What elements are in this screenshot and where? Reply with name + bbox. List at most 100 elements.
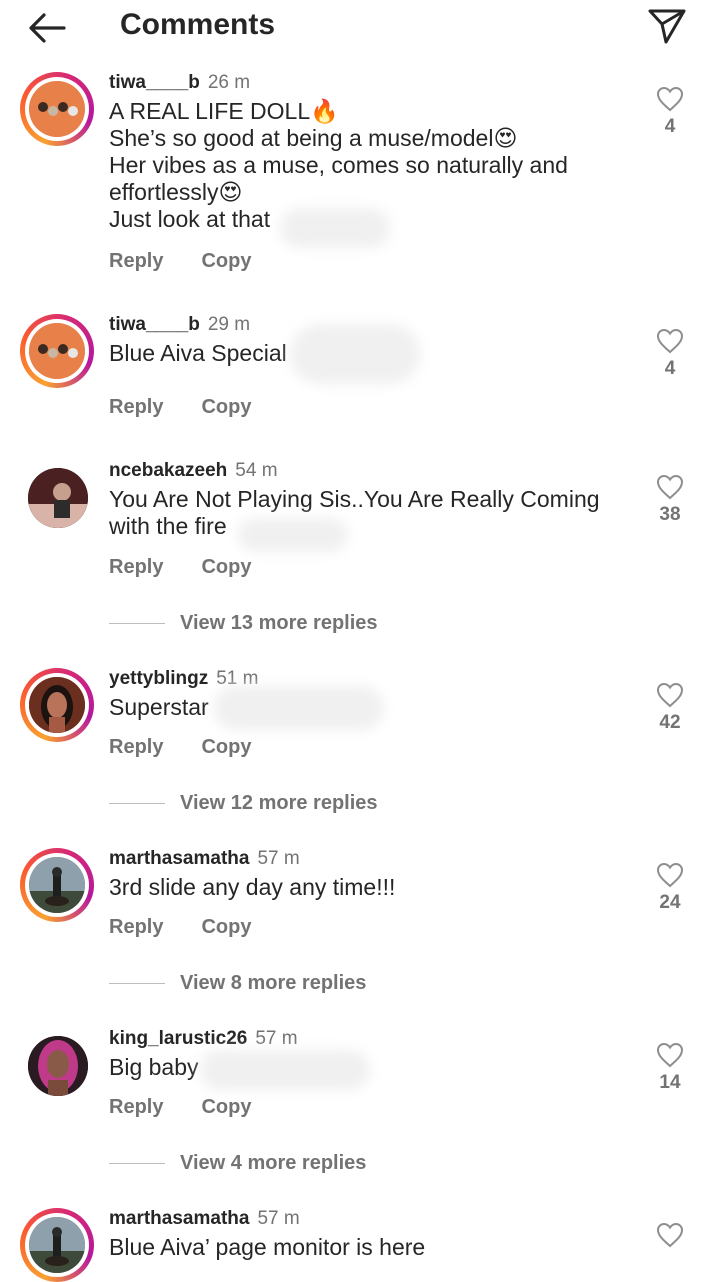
view-more-label: View 8 more replies [180, 972, 367, 994]
heart-icon[interactable] [656, 86, 684, 112]
reply-button[interactable]: Reply [109, 396, 163, 419]
comment-actions: Reply Copy [109, 916, 289, 939]
heart-icon[interactable] [656, 1222, 684, 1248]
comment-meta: marthasamatha 57 m [109, 848, 300, 870]
comment-line: You Are Not Playing Sis..You Are Really … [109, 486, 600, 512]
like-count: 24 [659, 892, 681, 913]
avatar[interactable] [20, 1028, 94, 1102]
comment-line: effortlessly😍 [109, 179, 243, 205]
avatar[interactable] [20, 848, 94, 922]
comment-text: You Are Not Playing Sis..You Are Really … [109, 486, 619, 540]
like-count: 42 [659, 712, 681, 733]
comment-text: Blue Aiva’ page monitor is here [109, 1234, 619, 1261]
comment-line: with the fire [109, 513, 227, 539]
header-bar: Comments [0, 0, 720, 56]
like-control: 4 [650, 328, 690, 380]
comment-actions: Reply Copy [109, 556, 289, 579]
username[interactable]: king_larustic26 [109, 1028, 247, 1049]
like-count: 38 [659, 504, 681, 525]
like-control: 14 [650, 1042, 690, 1094]
view-more-replies[interactable]: View 8 more replies [109, 972, 366, 995]
view-more-replies[interactable]: View 12 more replies [109, 792, 378, 815]
heart-icon[interactable] [656, 1042, 684, 1068]
comment-meta: king_larustic26 57 m [109, 1028, 298, 1050]
comment-actions: Reply Copy [109, 736, 289, 759]
comment-line: 3rd slide any day any time!!! [109, 874, 396, 900]
comment-actions: Reply Copy [109, 250, 289, 273]
reply-button[interactable]: Reply [109, 250, 163, 273]
username[interactable]: yettyblingz [109, 668, 208, 689]
comment-actions: Reply Copy [109, 1096, 289, 1119]
comment-actions: Reply Copy [109, 396, 289, 419]
copy-button[interactable]: Copy [201, 396, 251, 419]
divider-line [109, 983, 165, 985]
like-count: 4 [664, 116, 676, 137]
page-title: Comments [120, 8, 276, 41]
redaction-blur [290, 324, 420, 384]
like-count: 14 [659, 1072, 681, 1093]
view-more-label: View 13 more replies [180, 612, 378, 634]
comment-line: She’s so good at being a muse/model😍 [109, 125, 518, 151]
timestamp: 29 m [207, 314, 251, 335]
comment-meta: marthasamatha 57 m [109, 1208, 300, 1230]
profile-photo-icon [28, 1036, 88, 1096]
profile-photo-icon [29, 677, 85, 733]
avatar[interactable] [20, 314, 94, 388]
divider-line [109, 623, 165, 625]
divider-line [109, 1163, 165, 1165]
like-control: 4 [650, 86, 690, 138]
redaction-blur [214, 686, 384, 730]
group-photo-icon [29, 81, 85, 137]
profile-photo-icon [29, 1217, 85, 1273]
reply-button[interactable]: Reply [109, 556, 163, 579]
avatar[interactable] [20, 668, 94, 742]
avatar[interactable] [20, 1208, 94, 1282]
reply-button[interactable]: Reply [109, 736, 163, 759]
view-more-label: View 4 more replies [180, 1152, 367, 1174]
view-more-replies[interactable]: View 13 more replies [109, 612, 378, 635]
username[interactable]: ncebakazeeh [109, 460, 227, 481]
profile-photo-icon [29, 857, 85, 913]
copy-button[interactable]: Copy [201, 556, 251, 579]
comment-line: Her vibes as a muse, comes so naturally … [109, 152, 568, 178]
username[interactable]: marthasamatha [109, 1208, 249, 1229]
reply-button[interactable]: Reply [109, 1096, 163, 1119]
copy-button[interactable]: Copy [201, 736, 251, 759]
username[interactable]: tiwa____b [109, 72, 200, 93]
group-photo-icon [29, 323, 85, 379]
view-more-label: View 12 more replies [180, 792, 378, 814]
comment-meta: tiwa____b 26 m [109, 72, 250, 94]
heart-icon[interactable] [656, 474, 684, 500]
like-control: 24 [650, 862, 690, 914]
paper-plane-icon[interactable] [646, 6, 688, 46]
comment-text: 3rd slide any day any time!!! [109, 874, 619, 901]
copy-button[interactable]: Copy [201, 250, 251, 273]
comment-meta: ncebakazeeh 54 m [109, 460, 278, 482]
view-more-replies[interactable]: View 4 more replies [109, 1152, 366, 1175]
comment-line: A REAL LIFE DOLL🔥 [109, 98, 339, 124]
username[interactable]: marthasamatha [109, 848, 249, 869]
avatar[interactable] [20, 460, 94, 534]
like-count: 4 [664, 358, 676, 379]
copy-button[interactable]: Copy [201, 1096, 251, 1119]
reply-button[interactable]: Reply [109, 916, 163, 939]
username[interactable]: tiwa____b [109, 314, 200, 335]
timestamp: 57 m [257, 848, 300, 869]
like-control: 38 [650, 474, 690, 526]
like-control: 42 [650, 682, 690, 734]
avatar[interactable] [20, 72, 94, 146]
timestamp: 54 m [235, 460, 278, 481]
redaction-blur [280, 208, 390, 248]
redaction-blur [238, 518, 348, 552]
heart-icon[interactable] [656, 328, 684, 354]
timestamp: 57 m [255, 1028, 298, 1049]
back-arrow-icon[interactable] [26, 10, 68, 46]
heart-icon[interactable] [656, 682, 684, 708]
copy-button[interactable]: Copy [201, 916, 251, 939]
like-control [650, 1222, 690, 1248]
timestamp: 57 m [257, 1208, 300, 1229]
divider-line [109, 803, 165, 805]
timestamp: 26 m [207, 72, 251, 93]
heart-icon[interactable] [656, 862, 684, 888]
profile-photo-icon [28, 468, 88, 528]
